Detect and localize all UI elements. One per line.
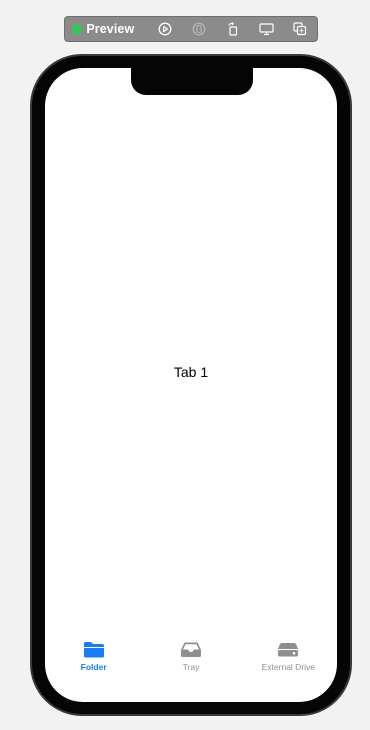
inspect-button[interactable] [182,17,216,41]
preview-toolbar: Preview [64,16,318,42]
device-inspect-icon [192,22,206,36]
device-settings-icon [259,23,274,36]
preview-title: Preview [86,22,135,36]
folder-icon [83,641,104,657]
tab-external-drive[interactable]: External Drive [240,640,337,680]
device-screen: Tab 1 Folder Tray External Drive [45,68,337,702]
tab-folder[interactable]: Folder [45,640,142,680]
device-frame: Tab 1 Folder Tray External Drive [30,54,352,716]
device-settings-button[interactable] [250,17,284,41]
rotate-device-icon [228,22,237,36]
duplicate-button[interactable] [283,17,317,41]
rotate-button[interactable] [216,17,250,41]
live-preview-button[interactable] [148,17,182,41]
duplicate-preview-icon [293,22,307,36]
play-circle-icon [158,22,172,36]
tab-label: Folder [80,662,107,672]
tab-label: Tray [182,662,200,672]
status-indicator [72,23,83,35]
tab-bar: Folder Tray External Drive [45,640,337,680]
device-notch [131,68,253,95]
tab-content-text: Tab 1 [173,364,209,380]
external-drive-icon [278,642,299,656]
tab-tray[interactable]: Tray [142,640,239,680]
tab-label: External Drive [261,662,316,672]
tray-icon [180,642,201,657]
